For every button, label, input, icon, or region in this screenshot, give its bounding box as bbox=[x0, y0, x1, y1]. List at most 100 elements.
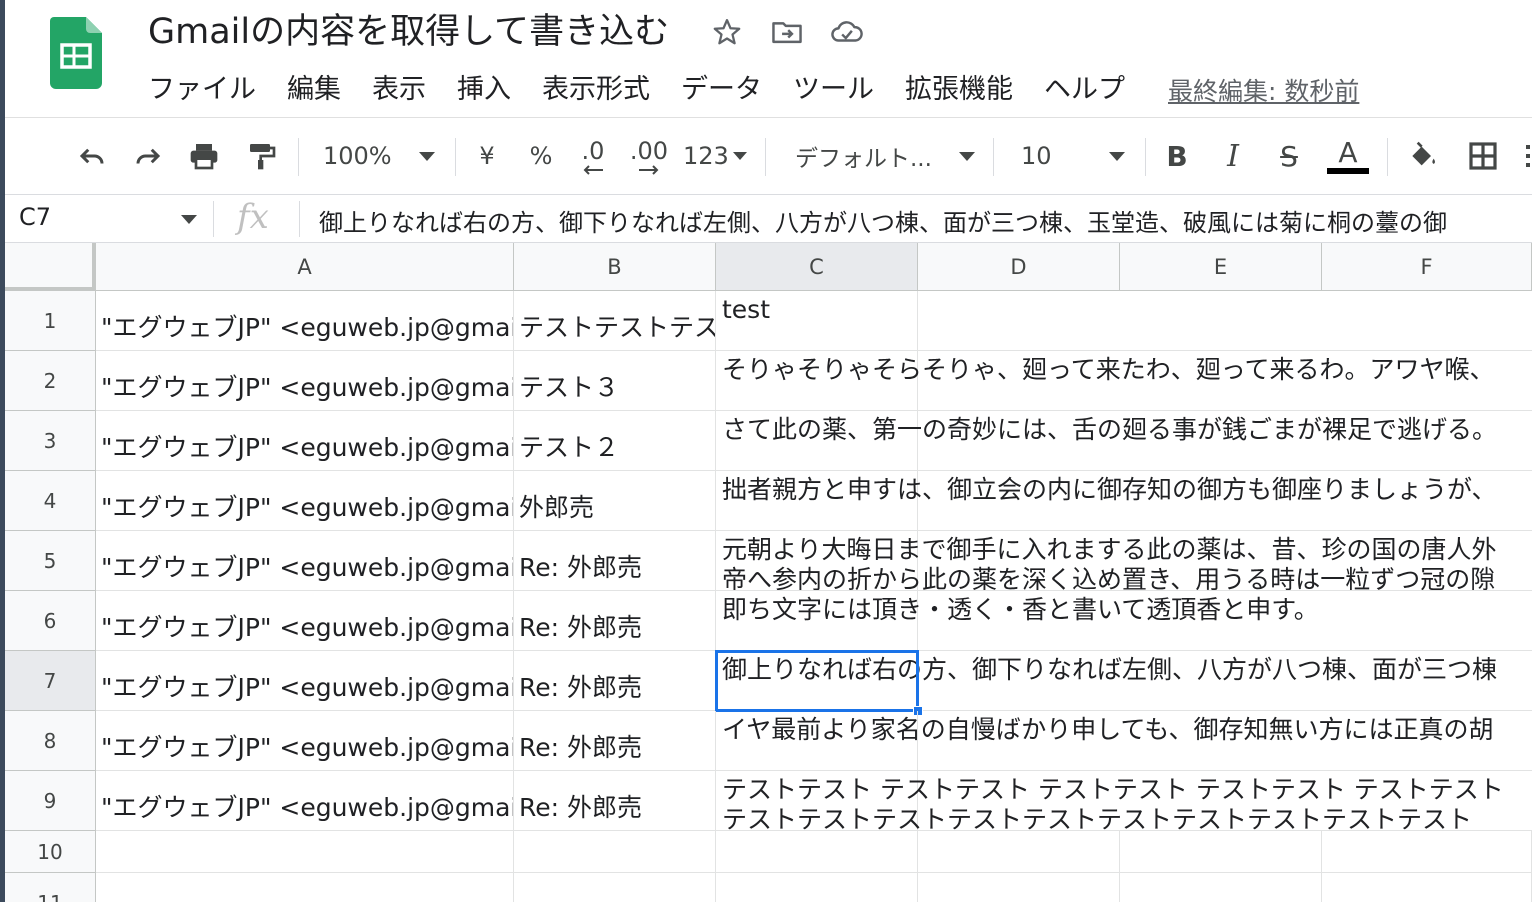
document-title[interactable]: Gmailの内容を取得して書き込む bbox=[148, 10, 669, 54]
row-header-3[interactable]: 3 bbox=[5, 411, 96, 471]
currency-label: ¥ bbox=[479, 142, 495, 170]
paint-format-icon[interactable] bbox=[241, 134, 283, 178]
row-header-9[interactable]: 9 bbox=[5, 771, 96, 831]
arrow-left-icon bbox=[583, 165, 603, 175]
column-header-e[interactable]: E bbox=[1120, 243, 1322, 291]
name-box[interactable]: C7 bbox=[19, 203, 51, 231]
cell-b4[interactable]: 外郎売 bbox=[514, 471, 716, 531]
italic-button[interactable]: I bbox=[1215, 134, 1251, 178]
chevron-down-icon bbox=[1109, 151, 1125, 161]
select-all-corner[interactable] bbox=[5, 243, 96, 291]
fill-color-icon[interactable] bbox=[1403, 134, 1443, 178]
cell-f10[interactable] bbox=[1322, 831, 1532, 873]
cell-a11[interactable] bbox=[96, 873, 514, 902]
borders-icon[interactable] bbox=[1461, 134, 1505, 178]
cell-b8[interactable]: Re: 外郎売 bbox=[514, 711, 716, 771]
cell-a1[interactable]: "エグウェブJP" <eguweb.jp@gmai bbox=[96, 291, 514, 351]
menu-data[interactable]: データ bbox=[681, 70, 762, 110]
zoom-select[interactable]: 100% bbox=[323, 134, 435, 178]
cell-e10[interactable] bbox=[1120, 831, 1322, 873]
row-header-4[interactable]: 4 bbox=[5, 471, 96, 531]
star-icon[interactable] bbox=[709, 14, 745, 50]
increase-decimal-label: .00 bbox=[629, 137, 669, 165]
formula-input[interactable]: 御上りなれば右の方、御下りなれば左側、八方が八つ棟、面が三つ棟、玉堂造、破風には… bbox=[319, 203, 1447, 238]
menu-help[interactable]: ヘルプ bbox=[1044, 70, 1125, 110]
menu-extensions[interactable]: 拡張機能 bbox=[905, 70, 1013, 110]
row-header-5[interactable]: 5 bbox=[5, 531, 96, 591]
row-header-10[interactable]: 10 bbox=[5, 831, 96, 873]
cloud-saved-icon[interactable] bbox=[829, 14, 865, 50]
increase-decimal-button[interactable]: .00 bbox=[627, 134, 671, 178]
cell-a5[interactable]: "エグウェブJP" <eguweb.jp@gmai bbox=[96, 531, 514, 591]
strikethrough-icon: S bbox=[1280, 139, 1298, 173]
cell-a10[interactable] bbox=[96, 831, 514, 873]
column-header-a[interactable]: A bbox=[96, 243, 514, 291]
row-header-7[interactable]: 7 bbox=[5, 651, 96, 711]
cell-a4[interactable]: "エグウェブJP" <eguweb.jp@gmai bbox=[96, 471, 514, 531]
column-header-d[interactable]: D bbox=[918, 243, 1120, 291]
formula-divider bbox=[213, 201, 214, 237]
cell-b9[interactable]: Re: 外郎売 bbox=[514, 771, 716, 831]
menu-view[interactable]: 表示 bbox=[372, 70, 426, 110]
cell-a2[interactable]: "エグウェブJP" <eguweb.jp@gmai bbox=[96, 351, 514, 411]
cell-b10[interactable] bbox=[514, 831, 716, 873]
cell-b6[interactable]: Re: 外郎売 bbox=[514, 591, 716, 651]
cell-a3[interactable]: "エグウェブJP" <eguweb.jp@gmai bbox=[96, 411, 514, 471]
move-folder-icon[interactable] bbox=[769, 14, 805, 50]
cell-b1[interactable]: テストテストテスト bbox=[514, 291, 716, 351]
last-edit-link[interactable]: 最終編集: 数秒前 bbox=[1168, 72, 1359, 108]
print-icon[interactable] bbox=[183, 134, 225, 178]
cell-d10[interactable] bbox=[918, 831, 1120, 873]
undo-icon[interactable] bbox=[71, 134, 113, 178]
font-size-select[interactable]: 10 bbox=[1021, 134, 1125, 178]
percent-format-button[interactable]: % bbox=[523, 134, 559, 178]
menu-insert[interactable]: 挿入 bbox=[457, 70, 511, 110]
row-header-6[interactable]: 6 bbox=[5, 591, 96, 651]
cell-text-line: 拙者親方と申すは、御立会の内に御存知の御方も御座りましょうが、 bbox=[722, 475, 1497, 504]
cell-c6-text: 即ち文字には頂き・透く・香と書いて透頂香と申す。 bbox=[716, 591, 1532, 651]
cell-a6[interactable]: "エグウェブJP" <eguweb.jp@gmai bbox=[96, 591, 514, 651]
cell-f11[interactable] bbox=[1322, 873, 1532, 902]
row-header-11[interactable]: 11 bbox=[5, 873, 96, 902]
row-header-8[interactable]: 8 bbox=[5, 711, 96, 771]
cell-b7[interactable]: Re: 外郎売 bbox=[514, 651, 716, 711]
font-select[interactable]: デフォルト... bbox=[795, 134, 975, 178]
menu-edit[interactable]: 編集 bbox=[287, 70, 341, 110]
bold-button[interactable]: B bbox=[1159, 134, 1195, 178]
cell-c8-text: イヤ最前より家名の自慢ばかり申しても、御存知無い方には正真の胡 bbox=[716, 711, 1532, 771]
cell-b3[interactable]: テスト２ bbox=[514, 411, 716, 471]
cell-c11[interactable] bbox=[716, 873, 918, 902]
currency-format-button[interactable]: ¥ bbox=[469, 134, 505, 178]
column-header-b[interactable]: B bbox=[514, 243, 716, 291]
decrease-decimal-button[interactable]: .0 bbox=[571, 134, 615, 178]
menu-format[interactable]: 表示形式 bbox=[542, 70, 650, 110]
column-header-c[interactable]: C bbox=[716, 243, 918, 291]
cell-d11[interactable] bbox=[918, 873, 1120, 902]
cell-b11[interactable] bbox=[514, 873, 716, 902]
menu-tools[interactable]: ツール bbox=[793, 70, 874, 110]
row-header-2[interactable]: 2 bbox=[5, 351, 96, 411]
app-header: Gmailの内容を取得して書き込む ファイル 編集 表示 挿入 表示形式 データ… bbox=[5, 0, 1532, 118]
redo-icon[interactable] bbox=[127, 134, 169, 178]
text-color-button[interactable]: A bbox=[1325, 134, 1371, 178]
font-value: デフォルト... bbox=[795, 146, 932, 172]
cell-b2[interactable]: テスト３ bbox=[514, 351, 716, 411]
toolbar-divider bbox=[455, 138, 456, 176]
cell-b5[interactable]: Re: 外郎売 bbox=[514, 531, 716, 591]
cell-a7[interactable]: "エグウェブJP" <eguweb.jp@gmai bbox=[96, 651, 514, 711]
column-header-f[interactable]: F bbox=[1322, 243, 1532, 291]
zoom-value: 100% bbox=[323, 142, 392, 170]
strikethrough-button[interactable]: S bbox=[1271, 134, 1307, 178]
cell-a8[interactable]: "エグウェブJP" <eguweb.jp@gmai bbox=[96, 711, 514, 771]
more-formats-select[interactable]: 123 bbox=[683, 134, 747, 178]
cell-text-line: 元朝より大晦日まで御手に入れまする此の薬は、昔、珍の国の唐人外 bbox=[722, 535, 1497, 564]
cell-e11[interactable] bbox=[1120, 873, 1322, 902]
sheets-logo-icon[interactable] bbox=[50, 17, 102, 89]
menu-file[interactable]: ファイル bbox=[148, 70, 256, 110]
chevron-down-icon[interactable] bbox=[181, 215, 197, 224]
merge-cells-icon[interactable] bbox=[1521, 134, 1532, 178]
cell-c10[interactable] bbox=[716, 831, 918, 873]
cell-a9[interactable]: "エグウェブJP" <eguweb.jp@gmai bbox=[96, 771, 514, 831]
row-header-1[interactable]: 1 bbox=[5, 291, 96, 351]
toolbar-divider bbox=[298, 138, 299, 176]
